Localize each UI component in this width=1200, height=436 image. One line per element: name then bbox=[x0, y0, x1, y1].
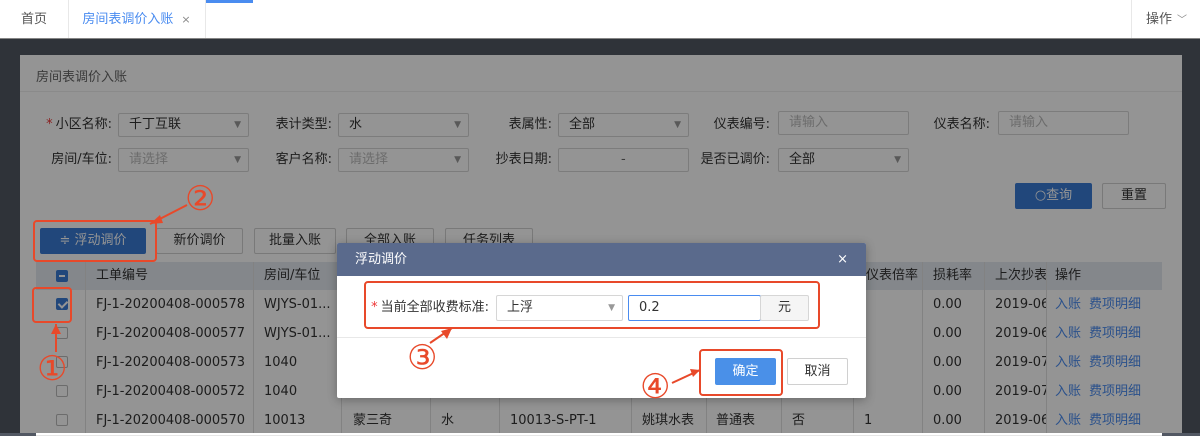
annotation-arrows bbox=[51, 204, 701, 384]
arrowhead-4 bbox=[690, 369, 700, 377]
arrowhead-1 bbox=[51, 324, 61, 334]
arrowhead-2 bbox=[150, 215, 163, 224]
